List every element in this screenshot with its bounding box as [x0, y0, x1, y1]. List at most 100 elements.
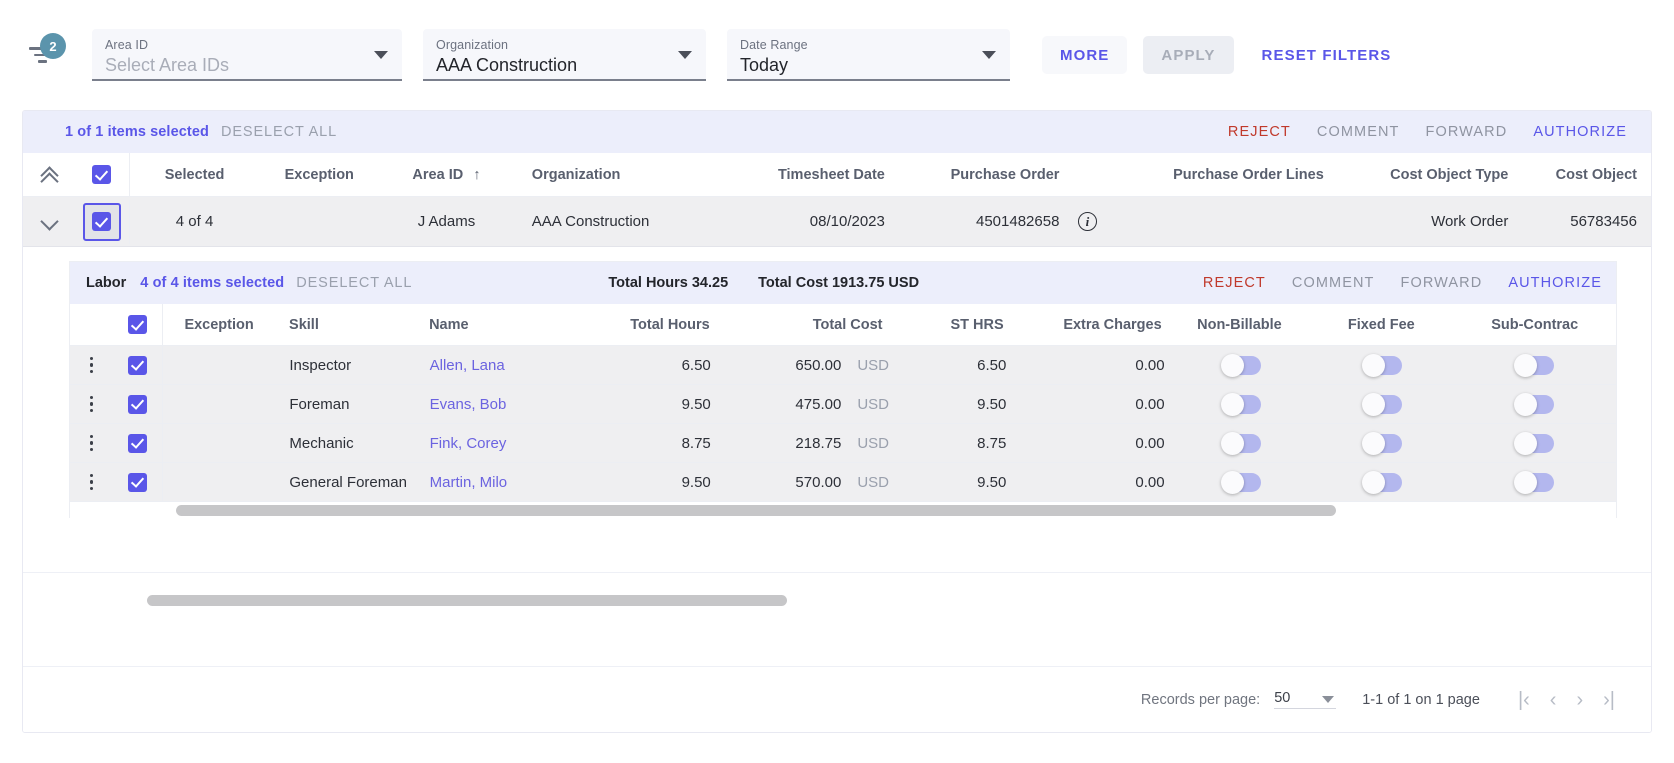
chevron-down-icon[interactable] — [678, 51, 692, 59]
row-select-checkbox[interactable] — [75, 202, 129, 241]
labor-comment-button[interactable]: COMMENT — [1292, 275, 1375, 291]
labor-row-checkbox[interactable] — [113, 472, 163, 492]
header-area-id[interactable]: Area ID ↑ — [379, 167, 514, 183]
labor-header-st-hrs[interactable]: ST HRS — [891, 317, 1012, 333]
next-page-button[interactable]: › — [1576, 690, 1583, 710]
labor-action-buttons: REJECT COMMENT FORWARD AUTHORIZE — [1203, 275, 1602, 291]
labor-cell-name-link[interactable]: Allen, Lana — [430, 357, 505, 374]
labor-row-menu-button[interactable] — [70, 431, 113, 456]
labor-header-extra-charges[interactable]: Extra Charges — [1012, 317, 1170, 333]
labor-cell-name-link[interactable]: Evans, Bob — [430, 396, 507, 413]
records-per-page-select[interactable]: 50 — [1274, 690, 1337, 709]
labor-horizontal-scrollbar[interactable] — [70, 502, 1616, 518]
sub-contract-toggle[interactable] — [1514, 353, 1555, 377]
checkbox-checked-icon — [127, 394, 147, 414]
labor-row-menu-button[interactable] — [70, 470, 113, 495]
non-billable-toggle[interactable] — [1220, 470, 1261, 494]
page-range-text: 1-1 of 1 on 1 page — [1362, 691, 1480, 708]
fixed-fee-toggle[interactable] — [1361, 392, 1402, 416]
table-row[interactable]: 4 of 4 J Adams AAA Construction 08/10/20… — [23, 197, 1651, 247]
first-page-button[interactable]: |‹ — [1518, 690, 1530, 710]
outer-forward-button[interactable]: FORWARD — [1426, 124, 1508, 140]
labor-row[interactable]: General Foreman Martin, Milo 9.50 570.00… — [70, 463, 1616, 502]
labor-row-divider — [162, 463, 164, 501]
fixed-fee-toggle[interactable] — [1361, 431, 1402, 455]
labor-cell-total-cost: 218.75 — [795, 434, 842, 452]
fixed-fee-toggle[interactable] — [1361, 470, 1402, 494]
chevron-down-icon[interactable] — [374, 51, 388, 59]
labor-header-name[interactable]: Name — [415, 317, 569, 333]
header-exception[interactable]: Exception — [259, 167, 379, 183]
more-button[interactable]: MORE — [1042, 36, 1128, 74]
labor-forward-button[interactable]: FORWARD — [1401, 275, 1483, 291]
header-timesheet-date[interactable]: Timesheet Date — [713, 167, 893, 183]
labor-select-all-checkbox[interactable] — [112, 315, 162, 334]
labor-row[interactable]: Foreman Evans, Bob 9.50 475.00 USD 9.50 … — [70, 385, 1616, 424]
labor-row-divider — [162, 424, 164, 462]
toggle-knob — [1220, 470, 1244, 494]
outer-comment-button[interactable]: COMMENT — [1317, 124, 1400, 140]
scrollbar-thumb[interactable] — [176, 504, 1336, 516]
row-expand-toggle[interactable] — [23, 215, 75, 229]
labor-row[interactable]: Inspector Allen, Lana 6.50 650.00 USD 6.… — [70, 346, 1616, 385]
header-purchase-order[interactable]: Purchase Order — [893, 167, 1068, 183]
results-card: 1 of 1 items selected DESELECT ALL REJEC… — [22, 110, 1652, 733]
previous-page-button[interactable]: ‹ — [1550, 690, 1557, 710]
last-page-button[interactable]: ›| — [1603, 690, 1615, 710]
labor-header-fixed-fee[interactable]: Fixed Fee — [1309, 317, 1453, 333]
fixed-fee-toggle[interactable] — [1361, 353, 1402, 377]
date-range-select[interactable]: Date Range Today — [727, 29, 1010, 81]
sub-contract-toggle[interactable] — [1514, 470, 1555, 494]
labor-row-checkbox[interactable] — [113, 433, 163, 453]
outer-reject-button[interactable]: REJECT — [1228, 124, 1291, 140]
records-per-page-value: 50 — [1274, 690, 1291, 706]
labor-row[interactable]: Mechanic Fink, Corey 8.75 218.75 USD 8.7… — [70, 424, 1616, 463]
labor-row-menu-button[interactable] — [70, 392, 113, 417]
labor-cell-name-link[interactable]: Martin, Milo — [430, 474, 508, 491]
labor-authorize-button[interactable]: AUTHORIZE — [1508, 275, 1602, 291]
header-organization[interactable]: Organization — [514, 167, 714, 183]
labor-header-total-hours[interactable]: Total Hours — [569, 317, 718, 333]
labor-cell-extra-charges: 0.00 — [1135, 473, 1165, 491]
labor-totals: Total Hours 34.25 Total Cost 1913.75 USD — [608, 275, 919, 291]
header-purchase-order-lines[interactable]: Purchase Order Lines — [1107, 167, 1331, 183]
labor-row-checkbox[interactable] — [113, 355, 163, 375]
labor-row-checkbox[interactable] — [113, 394, 163, 414]
organization-value: AAA Construction — [436, 54, 578, 75]
date-range-value: Today — [740, 54, 789, 75]
non-billable-toggle[interactable] — [1220, 431, 1261, 455]
organization-select[interactable]: Organization AAA Construction — [423, 29, 706, 81]
purchase-order-info-button[interactable]: i — [1067, 212, 1107, 231]
labor-deselect-all-button[interactable]: DESELECT ALL — [296, 275, 412, 291]
sub-contract-toggle[interactable] — [1514, 392, 1555, 416]
scrollbar-thumb[interactable] — [147, 595, 787, 606]
header-cost-object[interactable]: Cost Object — [1516, 167, 1651, 183]
labor-header-non-billable[interactable]: Non-Billable — [1170, 317, 1310, 333]
collapse-all-button[interactable] — [23, 168, 75, 182]
labor-cell-st-hrs: 6.50 — [977, 356, 1007, 374]
labor-header-exception[interactable]: Exception — [163, 317, 275, 333]
outer-deselect-all-button[interactable]: DESELECT ALL — [221, 124, 337, 140]
labor-cell-total-hours: 9.50 — [681, 395, 711, 413]
labor-header-skill[interactable]: Skill — [275, 317, 415, 333]
select-all-checkbox[interactable] — [75, 165, 129, 184]
labor-row-divider — [162, 346, 164, 384]
outer-horizontal-scrollbar[interactable] — [23, 573, 1651, 619]
sub-contract-toggle[interactable] — [1514, 431, 1555, 455]
date-range-label: Date Range — [740, 37, 808, 52]
labor-row-menu-button[interactable] — [70, 353, 113, 378]
header-selected[interactable]: Selected — [130, 167, 260, 183]
area-id-select[interactable]: Area ID Select Area IDs — [92, 29, 402, 81]
chevron-down-icon[interactable] — [982, 51, 996, 59]
labor-cell-name-link[interactable]: Fink, Corey — [430, 435, 507, 452]
non-billable-toggle[interactable] — [1220, 353, 1261, 377]
outer-authorize-button[interactable]: AUTHORIZE — [1533, 124, 1627, 140]
labor-cell-extra-charges: 0.00 — [1135, 395, 1165, 413]
labor-header-sub-contract[interactable]: Sub-Contrac — [1453, 317, 1616, 333]
non-billable-toggle[interactable] — [1220, 392, 1261, 416]
header-cost-object-type[interactable]: Cost Object Type — [1332, 167, 1517, 183]
reset-filters-button[interactable]: RESET FILTERS — [1256, 46, 1398, 65]
labor-reject-button[interactable]: REJECT — [1203, 275, 1266, 291]
labor-header-total-cost[interactable]: Total Cost — [718, 317, 891, 333]
filter-toggle[interactable]: 2 — [18, 31, 66, 79]
